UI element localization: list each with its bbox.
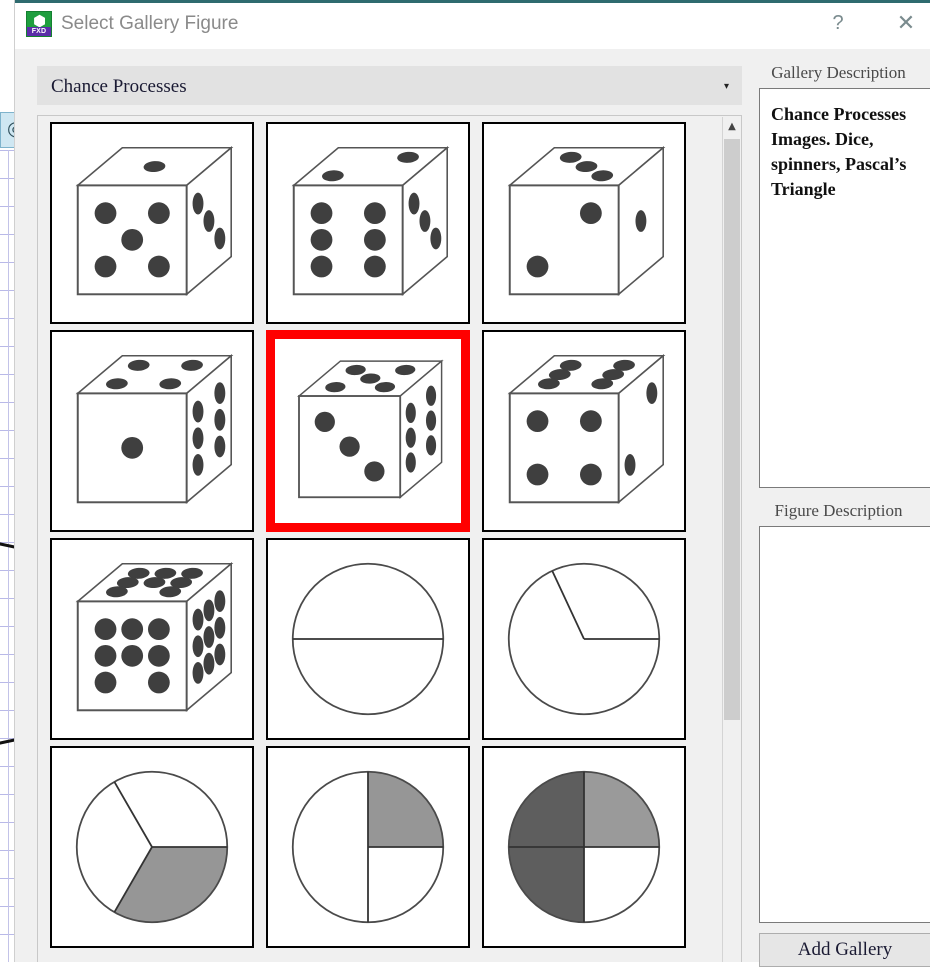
figure-description-label: Figure Description	[774, 501, 903, 520]
title-accent-bar	[15, 0, 930, 3]
scrollbar-thumb[interactable]	[724, 139, 740, 720]
thumbnail-die-front5-top1-right3[interactable]	[50, 122, 254, 324]
dialog-body: Chance Processes ▾ ▲ Gallery Description…	[15, 49, 930, 967]
thumbnail-spinner-thirds-one-shaded[interactable]	[50, 746, 254, 948]
thumbnail-die-front4-top6-right2[interactable]	[482, 330, 686, 532]
thumbnail-spinner-halves[interactable]	[266, 538, 470, 740]
dialog-title-bar: ⬢ FXD Select Gallery Figure ? ✕	[15, 0, 930, 49]
gallery-description-text: Chance Processes Images. Dice, spinners,…	[759, 88, 930, 488]
select-gallery-figure-dialog: ⬢ FXD Select Gallery Figure ? ✕ Chance P…	[14, 0, 930, 967]
thumbnail-spinner-quadrants-three-shaded[interactable]	[482, 746, 686, 948]
thumbnail-die-front2-top3-right1[interactable]	[482, 122, 686, 324]
figure-description-text[interactable]	[759, 526, 930, 923]
gallery-select-dropdown[interactable]: Chance Processes ▾	[37, 66, 742, 105]
chevron-down-icon: ▾	[723, 81, 729, 92]
thumbnail-spinner-wedge[interactable]	[482, 538, 686, 740]
scroll-up-arrow-icon[interactable]: ▲	[723, 117, 741, 136]
description-panel: Gallery Description Chance Processes Ima…	[746, 49, 930, 967]
figure-thumbnail-pane: ▲	[37, 115, 742, 962]
thumbnail-die-front1-top4-right6[interactable]	[50, 330, 254, 532]
dialog-title: Select Gallery Figure	[61, 13, 239, 34]
thumbnail-die-front6-top2-right3[interactable]	[266, 122, 470, 324]
thumbnail-scrollbar[interactable]: ▲	[722, 117, 741, 962]
help-button[interactable]: ?	[815, 0, 861, 46]
thumbnail-die-front8-top8-right9[interactable]	[50, 538, 254, 740]
gallery-description-label: Gallery Description	[771, 63, 906, 82]
app-icon-label: FXD	[27, 27, 51, 36]
thumbnail-die-front3-top5-right6[interactable]	[266, 330, 470, 532]
fxd-app-icon: ⬢ FXD	[26, 11, 52, 37]
close-button[interactable]: ✕	[883, 0, 929, 46]
gallery-select-value: Chance Processes	[51, 76, 187, 97]
figure-thumbnail-grid	[38, 116, 724, 962]
thumbnail-spinner-quarter-shaded[interactable]	[266, 746, 470, 948]
